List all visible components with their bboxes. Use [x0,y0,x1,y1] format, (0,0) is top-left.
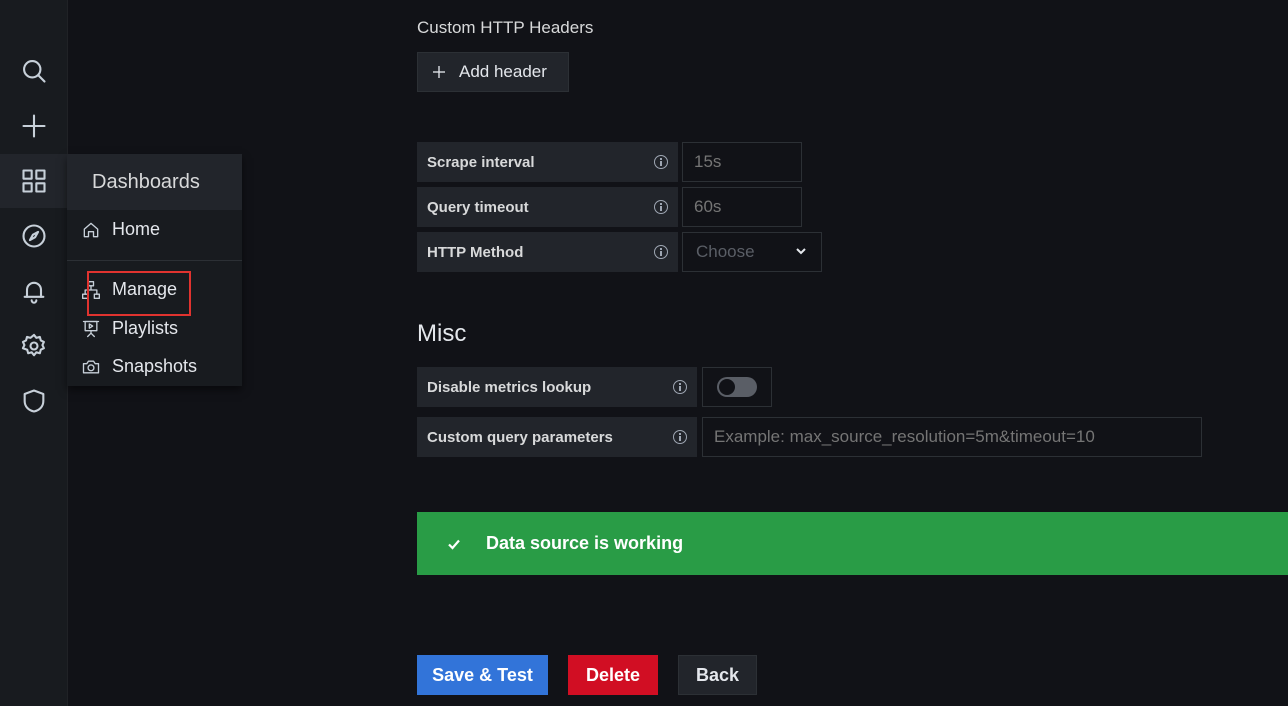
save-test-button[interactable]: Save & Test [417,655,548,695]
check-icon [448,539,460,550]
query-timeout-text: Query timeout [427,198,529,216]
custom-query-parameters-text: Custom query parameters [427,428,613,446]
disable-metrics-lookup-label: Disable metrics lookup [417,367,697,407]
menu-item-snapshots[interactable]: Snapshots [81,356,197,377]
menu-item-manage[interactable]: Manage [81,279,177,300]
http-method-select[interactable]: Choose [682,232,822,272]
configuration-icon[interactable] [0,319,67,373]
shield-icon[interactable] [0,374,67,428]
back-button[interactable]: Back [678,655,757,695]
disable-metrics-lookup-toggle[interactable] [717,377,757,397]
info-icon[interactable] [673,430,687,444]
info-icon[interactable] [654,245,668,259]
camera-icon [82,360,100,373]
menu-item-home[interactable]: Home [81,219,160,240]
dashboards-menu: Dashboards Home Manage Playlists Snapsho… [67,154,242,386]
scrape-interval-label: Scrape interval [417,142,678,182]
http-method-label: HTTP Method [417,232,678,272]
presentation-icon [82,320,100,337]
info-icon[interactable] [673,380,687,394]
chevron-down-icon [795,242,807,262]
query-timeout-input[interactable] [682,187,802,227]
menu-item-label: Manage [112,279,178,299]
menu-divider [67,260,242,261]
side-nav [0,0,68,706]
scrape-interval-text: Scrape interval [427,153,535,171]
disable-metrics-lookup-text: Disable metrics lookup [427,378,592,396]
sitemap-icon [82,280,100,299]
menu-item-label: Home [112,219,161,239]
delete-button[interactable]: Delete [568,655,658,695]
status-message: Data source is working [486,533,684,553]
plus-icon[interactable] [0,99,67,153]
http-method-text: HTTP Method [427,243,524,261]
info-icon[interactable] [654,155,668,169]
plus-icon [433,66,445,78]
add-header-button[interactable]: Add header [417,52,569,92]
add-header-label: Add header [459,62,547,81]
search-icon[interactable] [0,44,67,98]
menu-item-label: Snapshots [112,356,198,376]
alerting-icon[interactable] [0,264,67,318]
menu-item-label: Playlists [112,318,179,338]
scrape-interval-input[interactable] [682,142,802,182]
menu-item-playlists[interactable]: Playlists [81,318,178,339]
info-icon[interactable] [654,200,668,214]
home-icon [83,222,99,237]
dashboards-icon[interactable] [0,154,67,208]
dashboards-menu-title[interactable]: Dashboards [67,154,242,210]
disable-metrics-lookup-toggle-wrap [702,367,772,407]
custom-query-parameters-label: Custom query parameters [417,417,697,457]
explore-icon[interactable] [0,209,67,263]
custom-query-parameters-input[interactable] [702,417,1202,457]
query-timeout-label: Query timeout [417,187,678,227]
http-method-value: Choose [696,242,755,261]
status-alert: Data source is working [417,512,1288,575]
custom-http-headers-label: Custom HTTP Headers [417,18,594,37]
misc-heading: Misc [417,320,467,347]
